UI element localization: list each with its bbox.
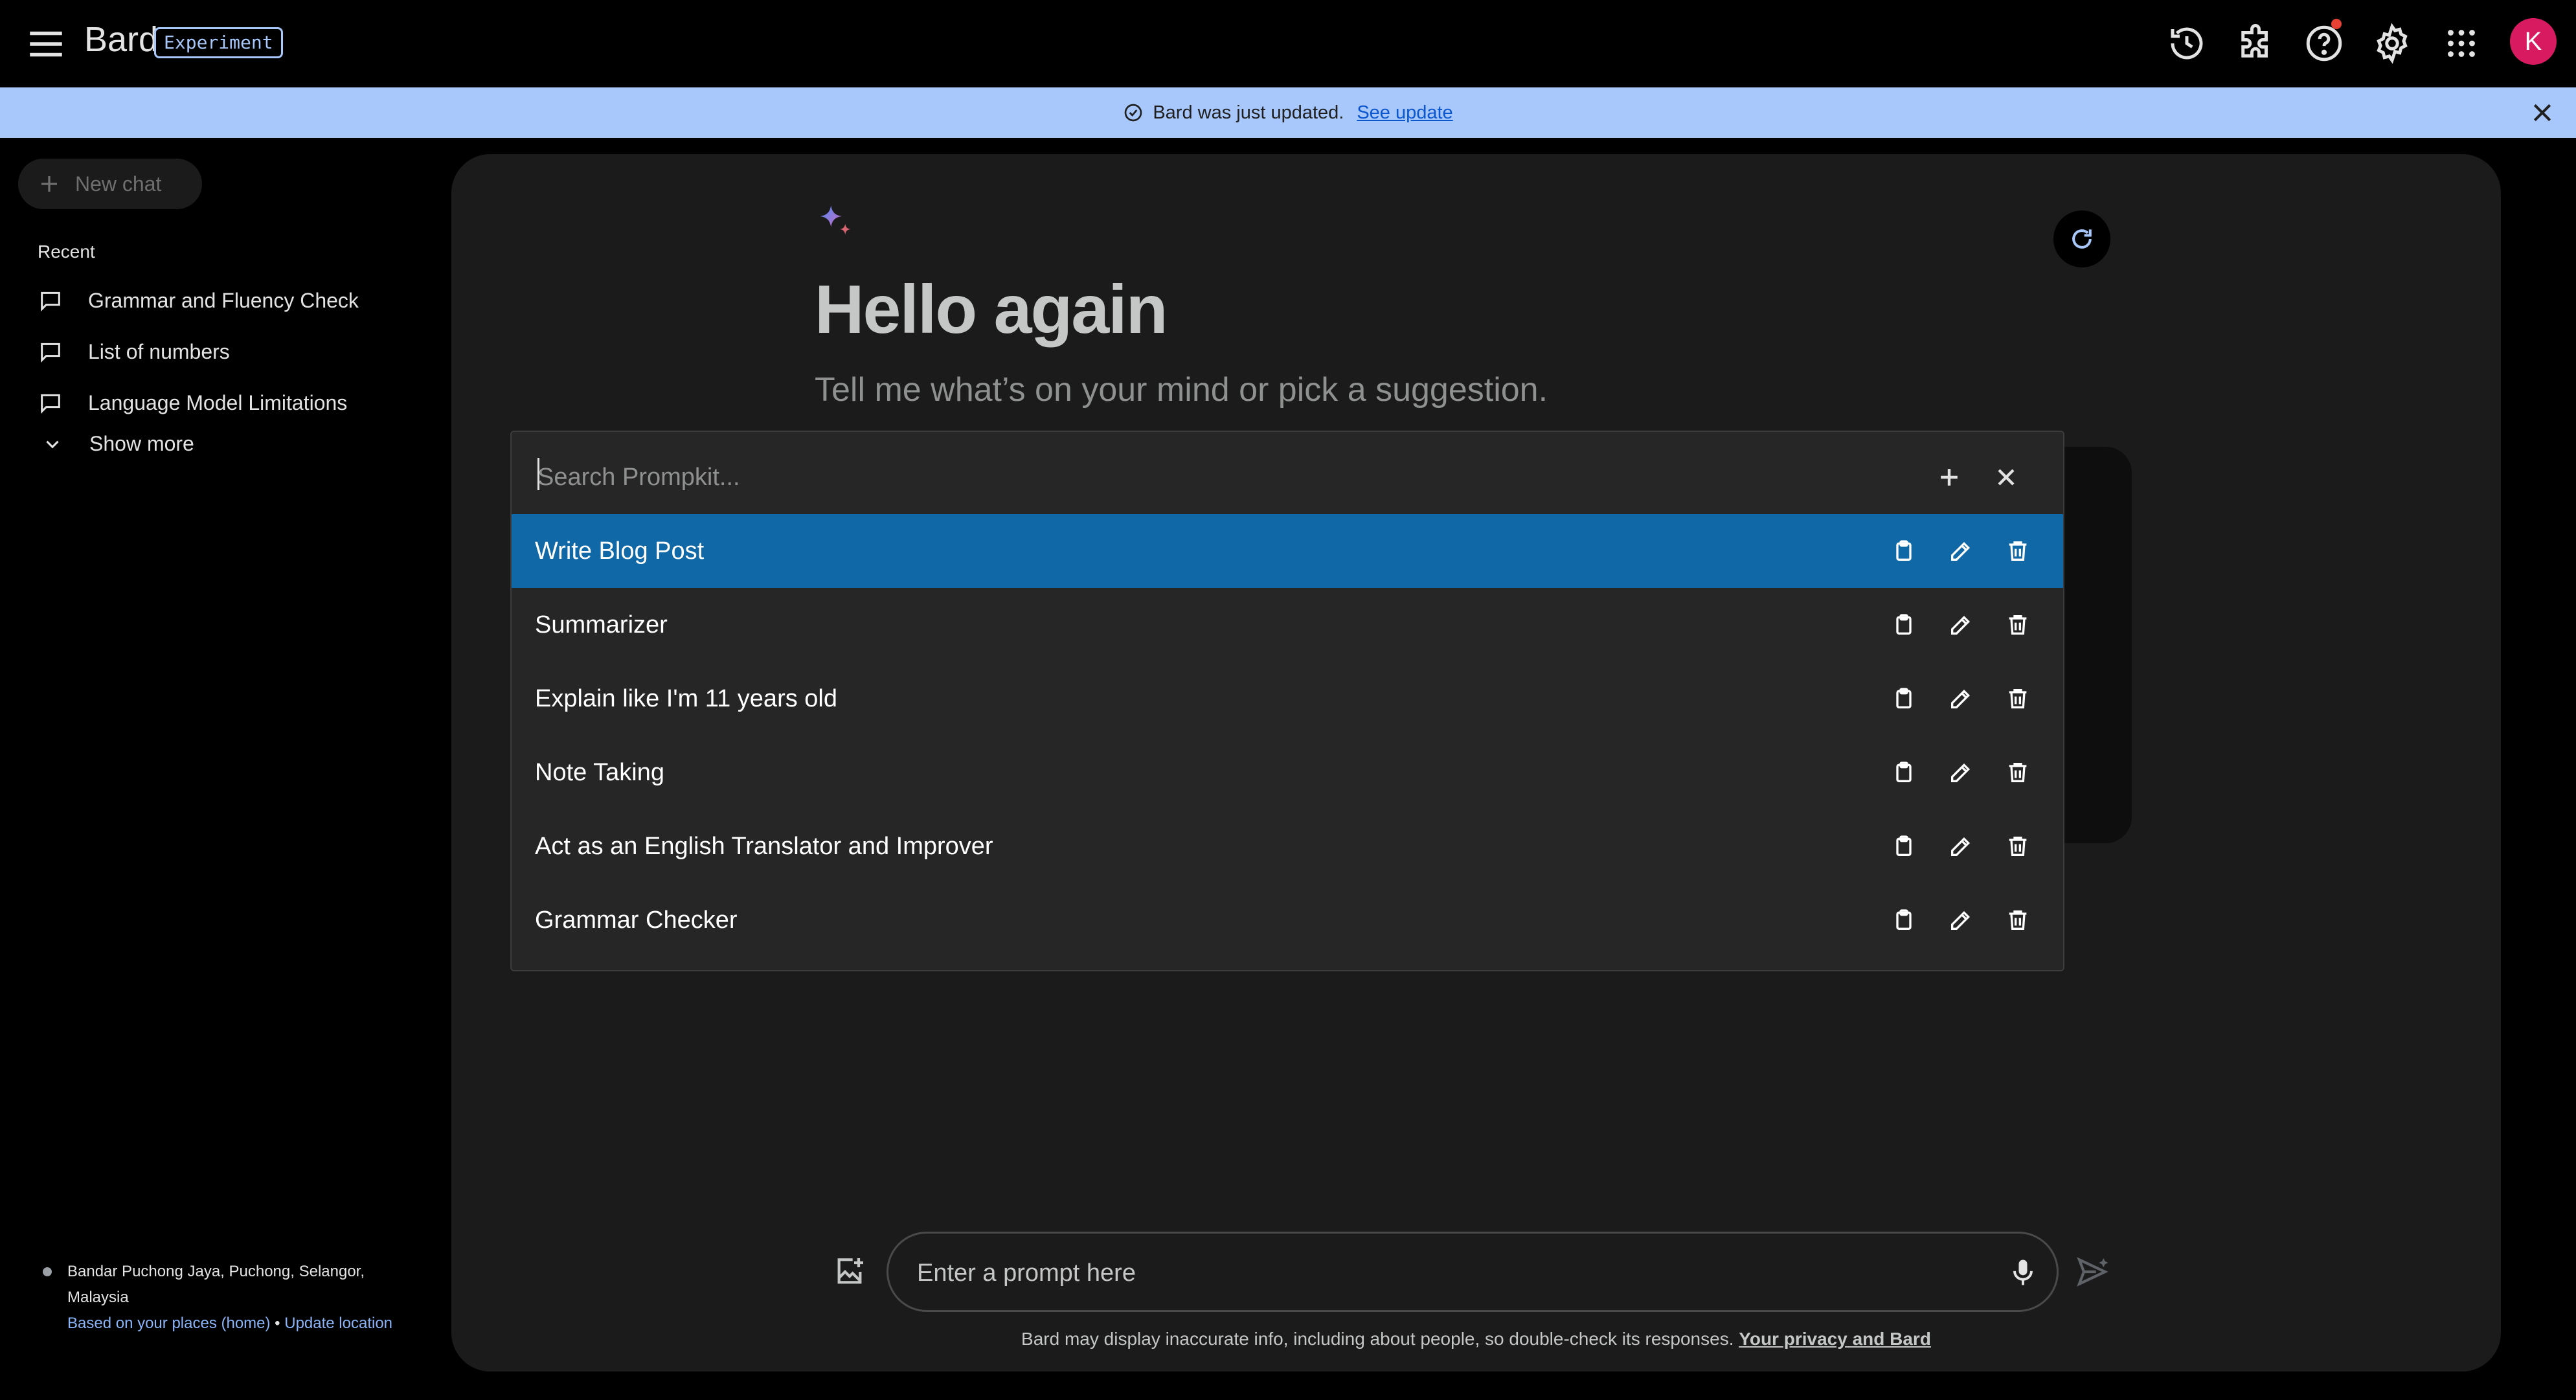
- prompt-kit-item[interactable]: Act as an English Translator and Improve…: [512, 809, 2063, 883]
- clipboard-icon[interactable]: [1891, 833, 1917, 859]
- show-more-button[interactable]: Show more: [41, 432, 194, 456]
- history-icon[interactable]: [2165, 22, 2208, 65]
- disclaimer-text: Bard may display inaccurate info, includ…: [1021, 1329, 1734, 1349]
- greeting-subtitle: Tell me what’s on your mind or pick a su…: [815, 371, 1548, 409]
- new-chat-button[interactable]: New chat: [18, 159, 202, 209]
- prompt-kit-item[interactable]: Write Blog Post: [512, 514, 2063, 588]
- check-badge-icon: [1123, 102, 1144, 123]
- recent-chat-label: List of numbers: [88, 339, 230, 363]
- recent-chat-item[interactable]: Language Model Limitations: [38, 380, 426, 425]
- prompt-kit-item[interactable]: Grammar Checker: [512, 883, 2063, 957]
- privacy-link[interactable]: Your privacy and Bard: [1739, 1329, 1931, 1349]
- bard-sparkle-icon: [816, 202, 856, 242]
- update-banner: Bard was just updated. See update: [0, 87, 2576, 138]
- greeting-title: Hello again: [815, 271, 1168, 348]
- plus-icon: [38, 172, 61, 196]
- recent-chat-item[interactable]: Grammar and Fluency Check: [38, 278, 426, 323]
- prompt-kit-item-label: Write Blog Post: [535, 537, 705, 565]
- prompt-kit-item-label: Summarizer: [535, 611, 668, 638]
- clipboard-icon[interactable]: [1891, 538, 1917, 564]
- clipboard-icon[interactable]: [1891, 907, 1917, 933]
- trash-icon[interactable]: [2005, 833, 2031, 859]
- location-dot-icon: [43, 1267, 52, 1276]
- add-prompt-icon[interactable]: [1935, 463, 1963, 491]
- settings-icon[interactable]: [2371, 22, 2413, 65]
- chat-bubble-icon: [38, 390, 63, 416]
- text-caret: [537, 458, 539, 490]
- prompt-kit-item-label: Grammar Checker: [535, 906, 738, 934]
- close-banner-icon[interactable]: [2529, 100, 2555, 126]
- top-bar: Bard Experiment K: [0, 0, 2576, 87]
- prompt-kit-item-label: Explain like I'm 11 years old: [535, 684, 837, 712]
- send-icon[interactable]: [2075, 1254, 2111, 1290]
- edit-icon[interactable]: [1948, 686, 1974, 712]
- prompt-kit-search-input[interactable]: [537, 458, 1897, 497]
- app-name: Bard: [84, 20, 159, 59]
- edit-icon[interactable]: [1948, 612, 1974, 638]
- location-basis: Based on your places (home) • Update loc…: [67, 1311, 404, 1337]
- prompt-kit-item[interactable]: Summarizer: [512, 588, 2063, 662]
- extension-icon[interactable]: [2234, 22, 2277, 65]
- trash-icon[interactable]: [2005, 760, 2031, 785]
- notification-dot: [2331, 19, 2342, 29]
- prompt-input[interactable]: [916, 1253, 1954, 1293]
- edit-icon[interactable]: [1948, 538, 1974, 564]
- disclaimer: Bard may display inaccurate info, includ…: [451, 1329, 2501, 1349]
- prompt-kit-item[interactable]: Note Taking: [512, 736, 2063, 809]
- chat-bubble-icon: [38, 288, 63, 313]
- trash-icon[interactable]: [2005, 686, 2031, 712]
- update-location-link[interactable]: Update location: [284, 1315, 392, 1332]
- location-place: Bandar Puchong Jaya, Puchong, Selangor, …: [67, 1263, 365, 1306]
- avatar[interactable]: K: [2510, 18, 2557, 65]
- location-basis-text: Based on your places (home): [67, 1315, 271, 1332]
- prompt-box: [887, 1232, 2059, 1312]
- trash-icon[interactable]: [2005, 612, 2031, 638]
- location-separator: •: [275, 1315, 280, 1332]
- recent-chat-label: Grammar and Fluency Check: [88, 288, 359, 312]
- clipboard-icon[interactable]: [1891, 686, 1917, 712]
- menu-icon[interactable]: [25, 23, 67, 65]
- new-chat-label: New chat: [75, 172, 162, 196]
- help-icon[interactable]: [2303, 22, 2345, 65]
- trash-icon[interactable]: [2005, 538, 2031, 564]
- refresh-suggestions-button[interactable]: [2053, 210, 2110, 267]
- refresh-icon: [2068, 225, 2096, 253]
- chat-bubble-icon: [38, 339, 63, 365]
- prompt-kit-item-label: Act as an English Translator and Improve…: [535, 832, 993, 860]
- upload-image-icon[interactable]: [831, 1254, 868, 1290]
- clipboard-icon[interactable]: [1891, 612, 1917, 638]
- banner-text: Bard was just updated.: [1153, 102, 1344, 123]
- clipboard-icon[interactable]: [1891, 760, 1917, 785]
- microphone-icon[interactable]: [2006, 1256, 2040, 1289]
- show-more-label: Show more: [89, 432, 194, 455]
- apps-icon[interactable]: [2440, 22, 2483, 65]
- recent-chat-item[interactable]: List of numbers: [38, 329, 426, 374]
- edit-icon[interactable]: [1948, 833, 1974, 859]
- see-update-link[interactable]: See update: [1357, 102, 1452, 124]
- edit-icon[interactable]: [1948, 907, 1974, 933]
- experiment-badge: Experiment: [154, 27, 283, 58]
- prompt-kit-item-label: Note Taking: [535, 758, 664, 786]
- trash-icon[interactable]: [2005, 907, 2031, 933]
- chevron-down-icon: [41, 433, 63, 455]
- prompt-kit-panel: Write Blog Post Summarizer Explain like …: [510, 431, 2064, 971]
- recent-heading: Recent: [38, 242, 95, 262]
- prompt-kit-item[interactable]: Explain like I'm 11 years old: [512, 662, 2063, 736]
- recent-chat-label: Language Model Limitations: [88, 390, 348, 414]
- close-icon[interactable]: [1992, 463, 2020, 491]
- edit-icon[interactable]: [1948, 760, 1974, 785]
